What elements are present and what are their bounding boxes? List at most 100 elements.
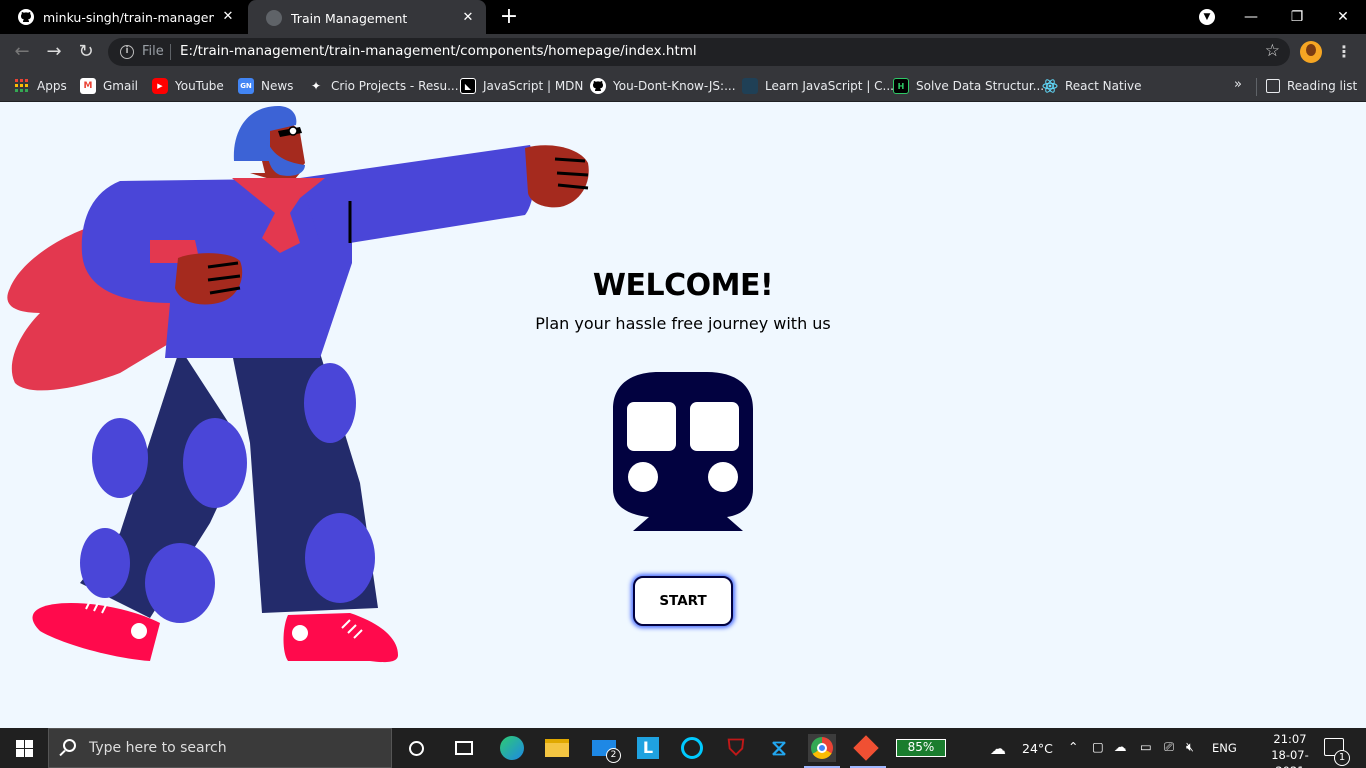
edge-icon	[500, 736, 524, 760]
learning-app[interactable]: L	[634, 734, 662, 762]
bookmark-apps[interactable]: Apps	[14, 76, 67, 96]
bookmark-react-native[interactable]: React Native	[1042, 76, 1142, 96]
profile-avatar[interactable]	[1300, 41, 1322, 63]
bookmark-gmail[interactable]: M Gmail	[80, 76, 138, 96]
close-window-button[interactable]: ✕	[1320, 0, 1366, 34]
notification-badge: 1	[1334, 750, 1350, 766]
browser-toolbar: ← → ↻ i File E:/train-management/train-m…	[0, 34, 1366, 70]
weather-temperature[interactable]: 24°C	[1022, 741, 1053, 756]
forward-button[interactable]: →	[40, 38, 68, 66]
battery-tray-icon[interactable]: ▭	[1140, 739, 1152, 754]
network-icon[interactable]: ⎚	[1164, 739, 1174, 755]
chrome-icon	[811, 737, 833, 759]
search-placeholder: Type here to search	[89, 740, 227, 756]
new-tab-button[interactable]: +	[498, 6, 520, 28]
bookmark-mdn[interactable]: ◣ JavaScript | MDN	[460, 76, 583, 96]
url-text[interactable]: E:/train-management/train-management/com…	[180, 43, 697, 59]
show-hidden-icons-button[interactable]: ⌃	[1068, 739, 1078, 754]
cortana-circle-icon	[408, 740, 424, 756]
homepage: WELCOME! Plan your hassle free journey w…	[0, 103, 1366, 728]
globe-icon	[266, 10, 282, 26]
reload-icon: ↻	[78, 41, 94, 62]
info-icon[interactable]: i	[120, 45, 134, 59]
gmail-icon: M	[80, 78, 96, 94]
clock-time: 21:07	[1273, 732, 1307, 746]
bookmark-label: You-Dont-Know-JS:...	[613, 79, 736, 93]
bookmark-label: Solve Data Structur...	[916, 79, 1045, 93]
train-icon	[613, 372, 753, 531]
scheme-label: File	[142, 44, 164, 59]
crio-icon: ✦	[310, 79, 322, 93]
file-explorer-app[interactable]	[543, 734, 571, 762]
meet-now-icon[interactable]: ▢	[1092, 739, 1104, 754]
tab-close-icon[interactable]: ✕	[220, 9, 236, 25]
bookmark-label: React Native	[1065, 79, 1142, 93]
reload-button[interactable]: ↻	[72, 38, 100, 66]
address-bar[interactable]: i File E:/train-management/train-managem…	[108, 38, 1290, 66]
tab-search-button[interactable]: ▼	[1184, 0, 1230, 34]
arrow-right-icon: →	[46, 41, 62, 62]
vscode-app[interactable]: ⧖	[765, 734, 793, 762]
react-icon	[1042, 78, 1058, 94]
l-app-icon: L	[637, 737, 659, 759]
chevron-up-icon: ⌃	[1068, 739, 1079, 754]
welcome-heading: WELCOME!	[592, 268, 774, 303]
onedrive-icon[interactable]: ☁	[1114, 739, 1127, 754]
alexa-icon	[681, 737, 703, 759]
bookmark-youtube[interactable]: ▶ YouTube	[152, 76, 224, 96]
cortana-button[interactable]	[402, 734, 430, 762]
bookmarks-bar: Apps M Gmail ▶ YouTube GN News ✦ Crio Pr…	[0, 70, 1366, 102]
bookmark-label: Learn JavaScript | C...	[765, 79, 894, 93]
tab-train-management[interactable]: Train Management ✕	[248, 0, 486, 36]
bookmarks-overflow-button[interactable]: »	[1234, 77, 1242, 92]
input-language[interactable]: ENG	[1212, 741, 1237, 755]
tab-close-icon[interactable]: ✕	[460, 10, 476, 26]
windows-start-button[interactable]	[0, 728, 48, 768]
mail-app[interactable]: 2	[590, 734, 621, 763]
arrow-left-icon: ←	[14, 41, 30, 62]
browser-tab-strip: minku-singh/train-management ✕ Train Man…	[0, 0, 1366, 36]
reading-list-button[interactable]: Reading list	[1266, 76, 1357, 96]
git-app[interactable]	[852, 734, 880, 762]
bookmark-star-icon[interactable]: ☆	[1265, 41, 1280, 61]
start-button[interactable]: START	[633, 576, 733, 626]
chevron-down-icon: ▼	[1199, 9, 1215, 25]
weather-widget[interactable]: ☁	[990, 739, 1006, 758]
mcafee-shield-icon: ⛉	[727, 735, 745, 761]
restore-button[interactable]: ❐	[1274, 0, 1320, 34]
bookmark-label: Gmail	[103, 79, 139, 93]
github-icon	[18, 9, 34, 25]
bookmark-news[interactable]: GN News	[238, 76, 293, 96]
mail-badge: 2	[606, 748, 621, 763]
taskbar-clock[interactable]: 21:07 18-07-2021	[1258, 731, 1322, 768]
youtube-icon: ▶	[152, 78, 168, 94]
folder-icon	[545, 739, 569, 757]
taskbar-search[interactable]: Type here to search	[48, 728, 392, 768]
minimize-button[interactable]: —	[1228, 0, 1274, 34]
tab-github[interactable]: minku-singh/train-management ✕	[0, 0, 246, 34]
git-icon	[853, 735, 879, 761]
bookmark-hackerrank[interactable]: H Solve Data Structur...	[893, 76, 1044, 96]
bookmark-label: Apps	[37, 79, 67, 93]
chrome-app[interactable]	[808, 734, 836, 762]
battery-indicator[interactable]: 85%	[896, 739, 946, 757]
back-button[interactable]: ←	[8, 38, 36, 66]
bookmark-label: JavaScript | MDN	[483, 79, 584, 93]
cloud-icon: ☁	[990, 739, 1006, 758]
reading-list-label: Reading list	[1287, 79, 1358, 93]
search-icon	[63, 739, 76, 752]
mcafee-app[interactable]: ⛉	[722, 734, 750, 762]
task-view-button[interactable]	[450, 734, 478, 762]
more-menu-icon[interactable]: ⋮	[1336, 40, 1352, 64]
bookmark-crio[interactable]: ✦ Crio Projects - Resu...	[308, 76, 459, 96]
reading-list-icon	[1266, 79, 1280, 93]
alexa-app[interactable]	[678, 734, 706, 762]
codecademy-icon	[742, 78, 758, 94]
apps-grid-icon	[14, 78, 30, 94]
bookmark-learn-javascript[interactable]: Learn JavaScript | C...	[742, 76, 894, 96]
bookmark-label: YouTube	[175, 79, 224, 93]
volume-muted-icon[interactable]: 🔇︎	[1186, 739, 1194, 755]
edge-app[interactable]	[498, 734, 526, 762]
bookmark-you-dont-know-js[interactable]: You-Dont-Know-JS:...	[590, 76, 736, 96]
tab-title: minku-singh/train-management	[43, 9, 214, 25]
